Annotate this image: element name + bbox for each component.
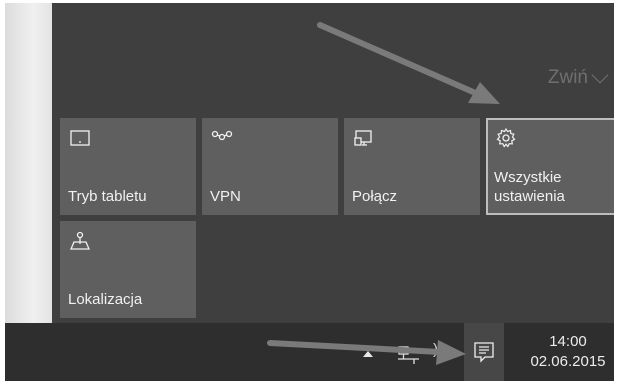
collapse-label: Zwiń [547,67,588,88]
settings-gear-icon [496,127,516,148]
desktop-strip [5,3,52,323]
show-hidden-icons-arrow[interactable] [363,351,373,357]
tile-label: Wszystkie ustawienia [494,169,565,205]
tile-connect[interactable]: Połącz [344,118,480,215]
tile-label: VPN [210,188,241,205]
clock-time: 14:00 [549,333,587,350]
tablet-mode-icon [70,130,90,146]
clock-date: 02.06.2015 [530,353,606,370]
action-center-icon[interactable] [473,341,495,363]
taskbar: ) 14:00 02.06.2015 [5,323,614,381]
tile-all-settings[interactable]: Wszystkie ustawienia [486,118,614,215]
tile-tablet-mode[interactable]: Tryb tabletu [60,118,196,215]
tile-vpn[interactable]: VPN [202,118,338,215]
volume-icon[interactable]: ) [433,341,438,358]
action-center-panel: Zwiń Tryb tabletu VPN Połącz Wszystkie u… [5,3,614,381]
chevron-down-icon [591,66,609,84]
connect-icon [354,130,372,146]
clock[interactable]: 14:00 02.06.2015 [523,332,613,372]
vpn-icon [211,130,233,141]
location-icon [70,231,90,250]
tile-label: Tryb tabletu [68,188,147,205]
tile-location[interactable]: Lokalizacja [60,221,196,318]
tile-label: Połącz [352,188,398,205]
network-icon[interactable] [397,344,421,366]
collapse-button[interactable]: Zwiń [547,66,609,89]
tile-label: Lokalizacja [68,291,143,308]
